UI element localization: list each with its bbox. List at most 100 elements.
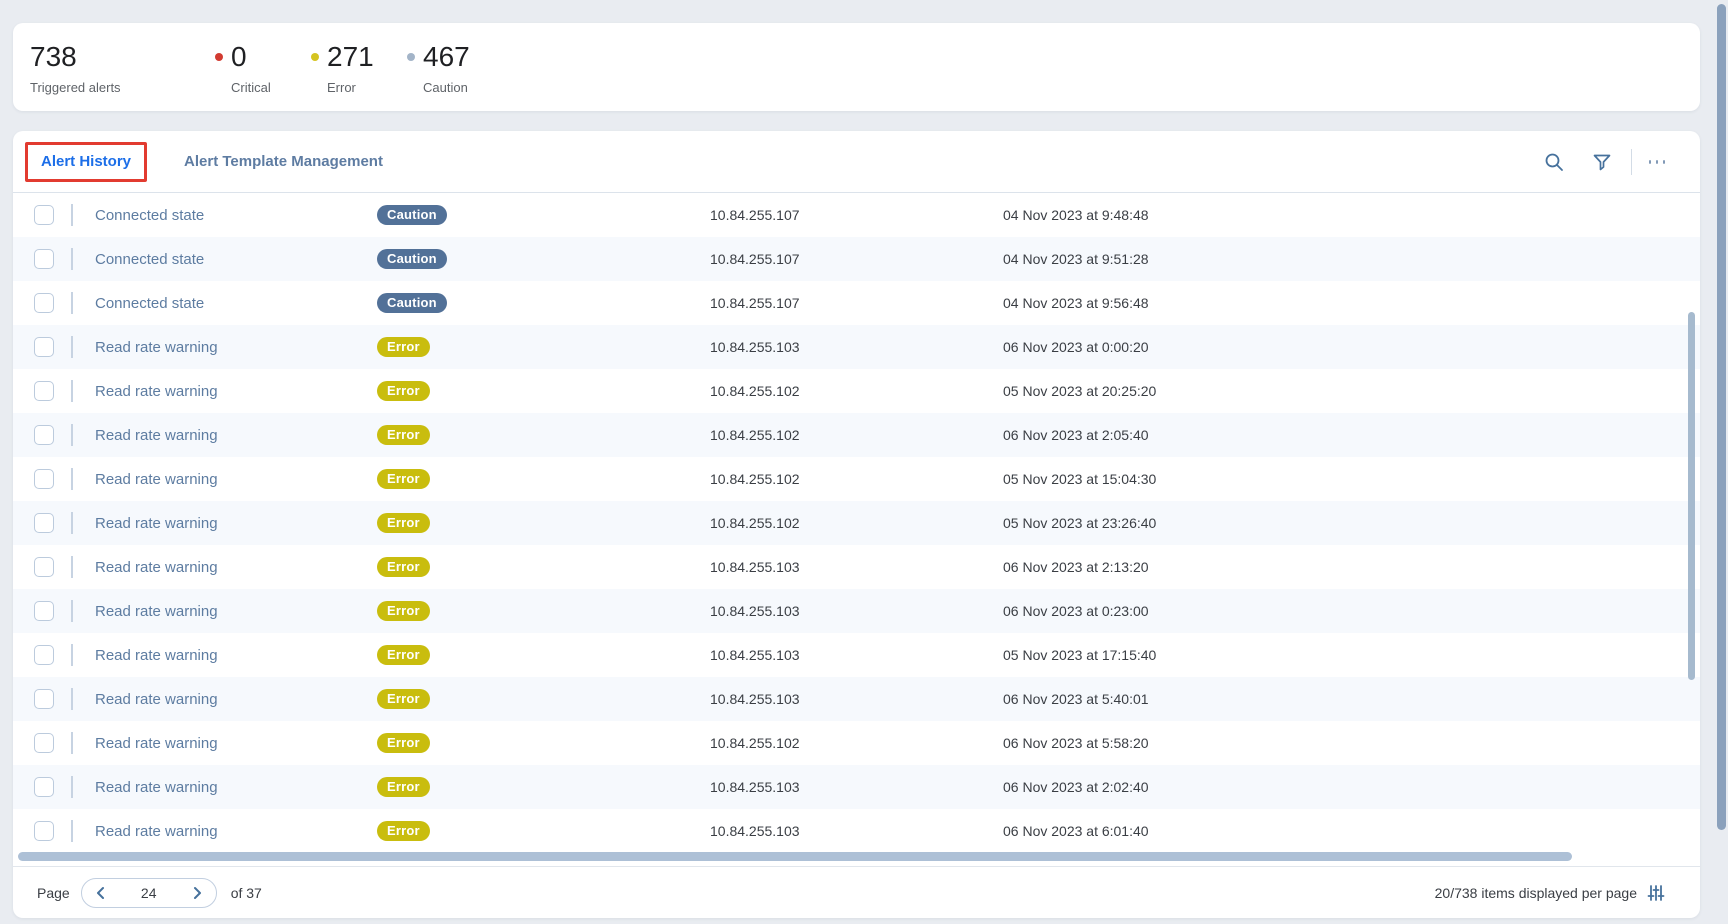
current-page-input[interactable]: 24 (141, 885, 157, 901)
tab-alert-history[interactable]: Alert History (41, 153, 131, 170)
row-divider (71, 380, 73, 402)
severity-badge: Caution (377, 293, 447, 313)
row-checkbox[interactable] (34, 469, 54, 489)
row-divider (71, 688, 73, 710)
alert-name[interactable]: Connected state (95, 251, 377, 268)
alert-source-ip: 10.84.255.107 (710, 207, 1003, 223)
severity-badge: Error (377, 601, 430, 621)
items-per-page-label: 20/738 items displayed per page (1435, 885, 1637, 901)
alert-timestamp: 06 Nov 2023 at 6:01:40 (1003, 823, 1149, 839)
table-row: Read rate warning Error 10.84.255.103 06… (13, 589, 1700, 633)
alert-source-ip: 10.84.255.103 (710, 603, 1003, 619)
table-row: Read rate warning Error 10.84.255.102 06… (13, 721, 1700, 765)
severity-badge: Error (377, 645, 430, 665)
table-row: Read rate warning Error 10.84.255.102 05… (13, 501, 1700, 545)
alert-name[interactable]: Read rate warning (95, 735, 377, 752)
alert-name[interactable]: Read rate warning (95, 559, 377, 576)
table-row: Read rate warning Error 10.84.255.102 05… (13, 457, 1700, 501)
severity-badge: Error (377, 689, 430, 709)
row-checkbox[interactable] (34, 821, 54, 841)
error-status-dot-icon (311, 53, 319, 61)
alert-name[interactable]: Read rate warning (95, 823, 377, 840)
row-checkbox[interactable] (34, 337, 54, 357)
row-divider (71, 556, 73, 578)
caution-count: 467 (423, 42, 470, 72)
alert-name[interactable]: Connected state (95, 207, 377, 224)
row-checkbox[interactable] (34, 425, 54, 445)
next-page-button[interactable] (189, 885, 205, 901)
items-per-page-settings-icon[interactable] (1646, 883, 1666, 903)
alert-name[interactable]: Read rate warning (95, 515, 377, 532)
row-divider (71, 336, 73, 358)
row-checkbox[interactable] (34, 249, 54, 269)
row-checkbox[interactable] (34, 689, 54, 709)
error-label: Error (327, 80, 407, 95)
alert-source-ip: 10.84.255.103 (710, 779, 1003, 795)
caution-status-dot-icon (407, 53, 415, 61)
alert-name[interactable]: Read rate warning (95, 691, 377, 708)
table-row: Read rate warning Error 10.84.255.103 05… (13, 633, 1700, 677)
triggered-alerts-label: Triggered alerts (30, 80, 215, 95)
alert-timestamp: 06 Nov 2023 at 2:13:20 (1003, 559, 1149, 575)
row-checkbox[interactable] (34, 645, 54, 665)
alert-name[interactable]: Read rate warning (95, 427, 377, 444)
error-count: 271 (327, 42, 374, 72)
severity-badge: Error (377, 469, 430, 489)
row-checkbox[interactable] (34, 733, 54, 753)
annotation-highlight-box: Alert History (25, 142, 147, 182)
row-checkbox[interactable] (34, 557, 54, 577)
pagination-bar: Page 24 of 37 20/738 items displayed per… (13, 866, 1700, 918)
alert-name[interactable]: Read rate warning (95, 383, 377, 400)
alert-source-ip: 10.84.255.103 (710, 691, 1003, 707)
more-options-icon[interactable] (1646, 151, 1668, 173)
alert-name[interactable]: Read rate warning (95, 339, 377, 356)
alert-name[interactable]: Read rate warning (95, 603, 377, 620)
previous-page-button[interactable] (93, 885, 109, 901)
table-row: Connected state Caution 10.84.255.107 04… (13, 281, 1700, 325)
tab-alert-template-management[interactable]: Alert Template Management (184, 153, 383, 170)
table-row: Read rate warning Error 10.84.255.103 06… (13, 677, 1700, 721)
critical-label: Critical (231, 80, 311, 95)
alert-timestamp: 05 Nov 2023 at 23:26:40 (1003, 515, 1156, 531)
row-divider (71, 248, 73, 270)
alert-name[interactable]: Connected state (95, 295, 377, 312)
alert-name[interactable]: Read rate warning (95, 471, 377, 488)
severity-badge: Caution (377, 249, 447, 269)
row-checkbox[interactable] (34, 381, 54, 401)
table-row: Read rate warning Error 10.84.255.103 06… (13, 325, 1700, 369)
page-vertical-scrollbar[interactable] (1717, 4, 1726, 830)
alert-timestamp: 05 Nov 2023 at 20:25:20 (1003, 383, 1156, 399)
total-pages-label: of 37 (231, 885, 262, 901)
alert-timestamp: 05 Nov 2023 at 15:04:30 (1003, 471, 1156, 487)
severity-badge: Error (377, 337, 430, 357)
alert-source-ip: 10.84.255.103 (710, 823, 1003, 839)
alert-panel-card: Alert History Alert Template Management (13, 131, 1700, 918)
alert-name[interactable]: Read rate warning (95, 779, 377, 796)
alert-table-body: Connected state Caution 10.84.255.107 04… (13, 193, 1700, 853)
table-horizontal-scrollbar[interactable] (18, 852, 1572, 861)
severity-badge: Caution (377, 205, 447, 225)
filter-icon[interactable] (1591, 151, 1613, 173)
row-divider (71, 512, 73, 534)
table-row: Read rate warning Error 10.84.255.102 06… (13, 413, 1700, 457)
row-checkbox[interactable] (34, 601, 54, 621)
row-checkbox[interactable] (34, 293, 54, 313)
row-divider (71, 468, 73, 490)
tab-bar: Alert History Alert Template Management (13, 131, 1700, 193)
alert-timestamp: 04 Nov 2023 at 9:48:48 (1003, 207, 1149, 223)
table-row: Connected state Caution 10.84.255.107 04… (13, 237, 1700, 281)
alert-timestamp: 06 Nov 2023 at 5:58:20 (1003, 735, 1149, 751)
alert-source-ip: 10.84.255.103 (710, 647, 1003, 663)
row-divider (71, 820, 73, 842)
severity-badge: Error (377, 777, 430, 797)
triggered-alerts-count: 738 (30, 42, 77, 72)
row-checkbox[interactable] (34, 777, 54, 797)
row-checkbox[interactable] (34, 205, 54, 225)
severity-badge: Error (377, 381, 430, 401)
table-vertical-scrollbar[interactable] (1688, 312, 1695, 680)
row-checkbox[interactable] (34, 513, 54, 533)
search-icon[interactable] (1543, 151, 1565, 173)
alert-name[interactable]: Read rate warning (95, 647, 377, 664)
alert-timestamp: 06 Nov 2023 at 2:02:40 (1003, 779, 1149, 795)
toolbar-divider (1631, 149, 1632, 175)
